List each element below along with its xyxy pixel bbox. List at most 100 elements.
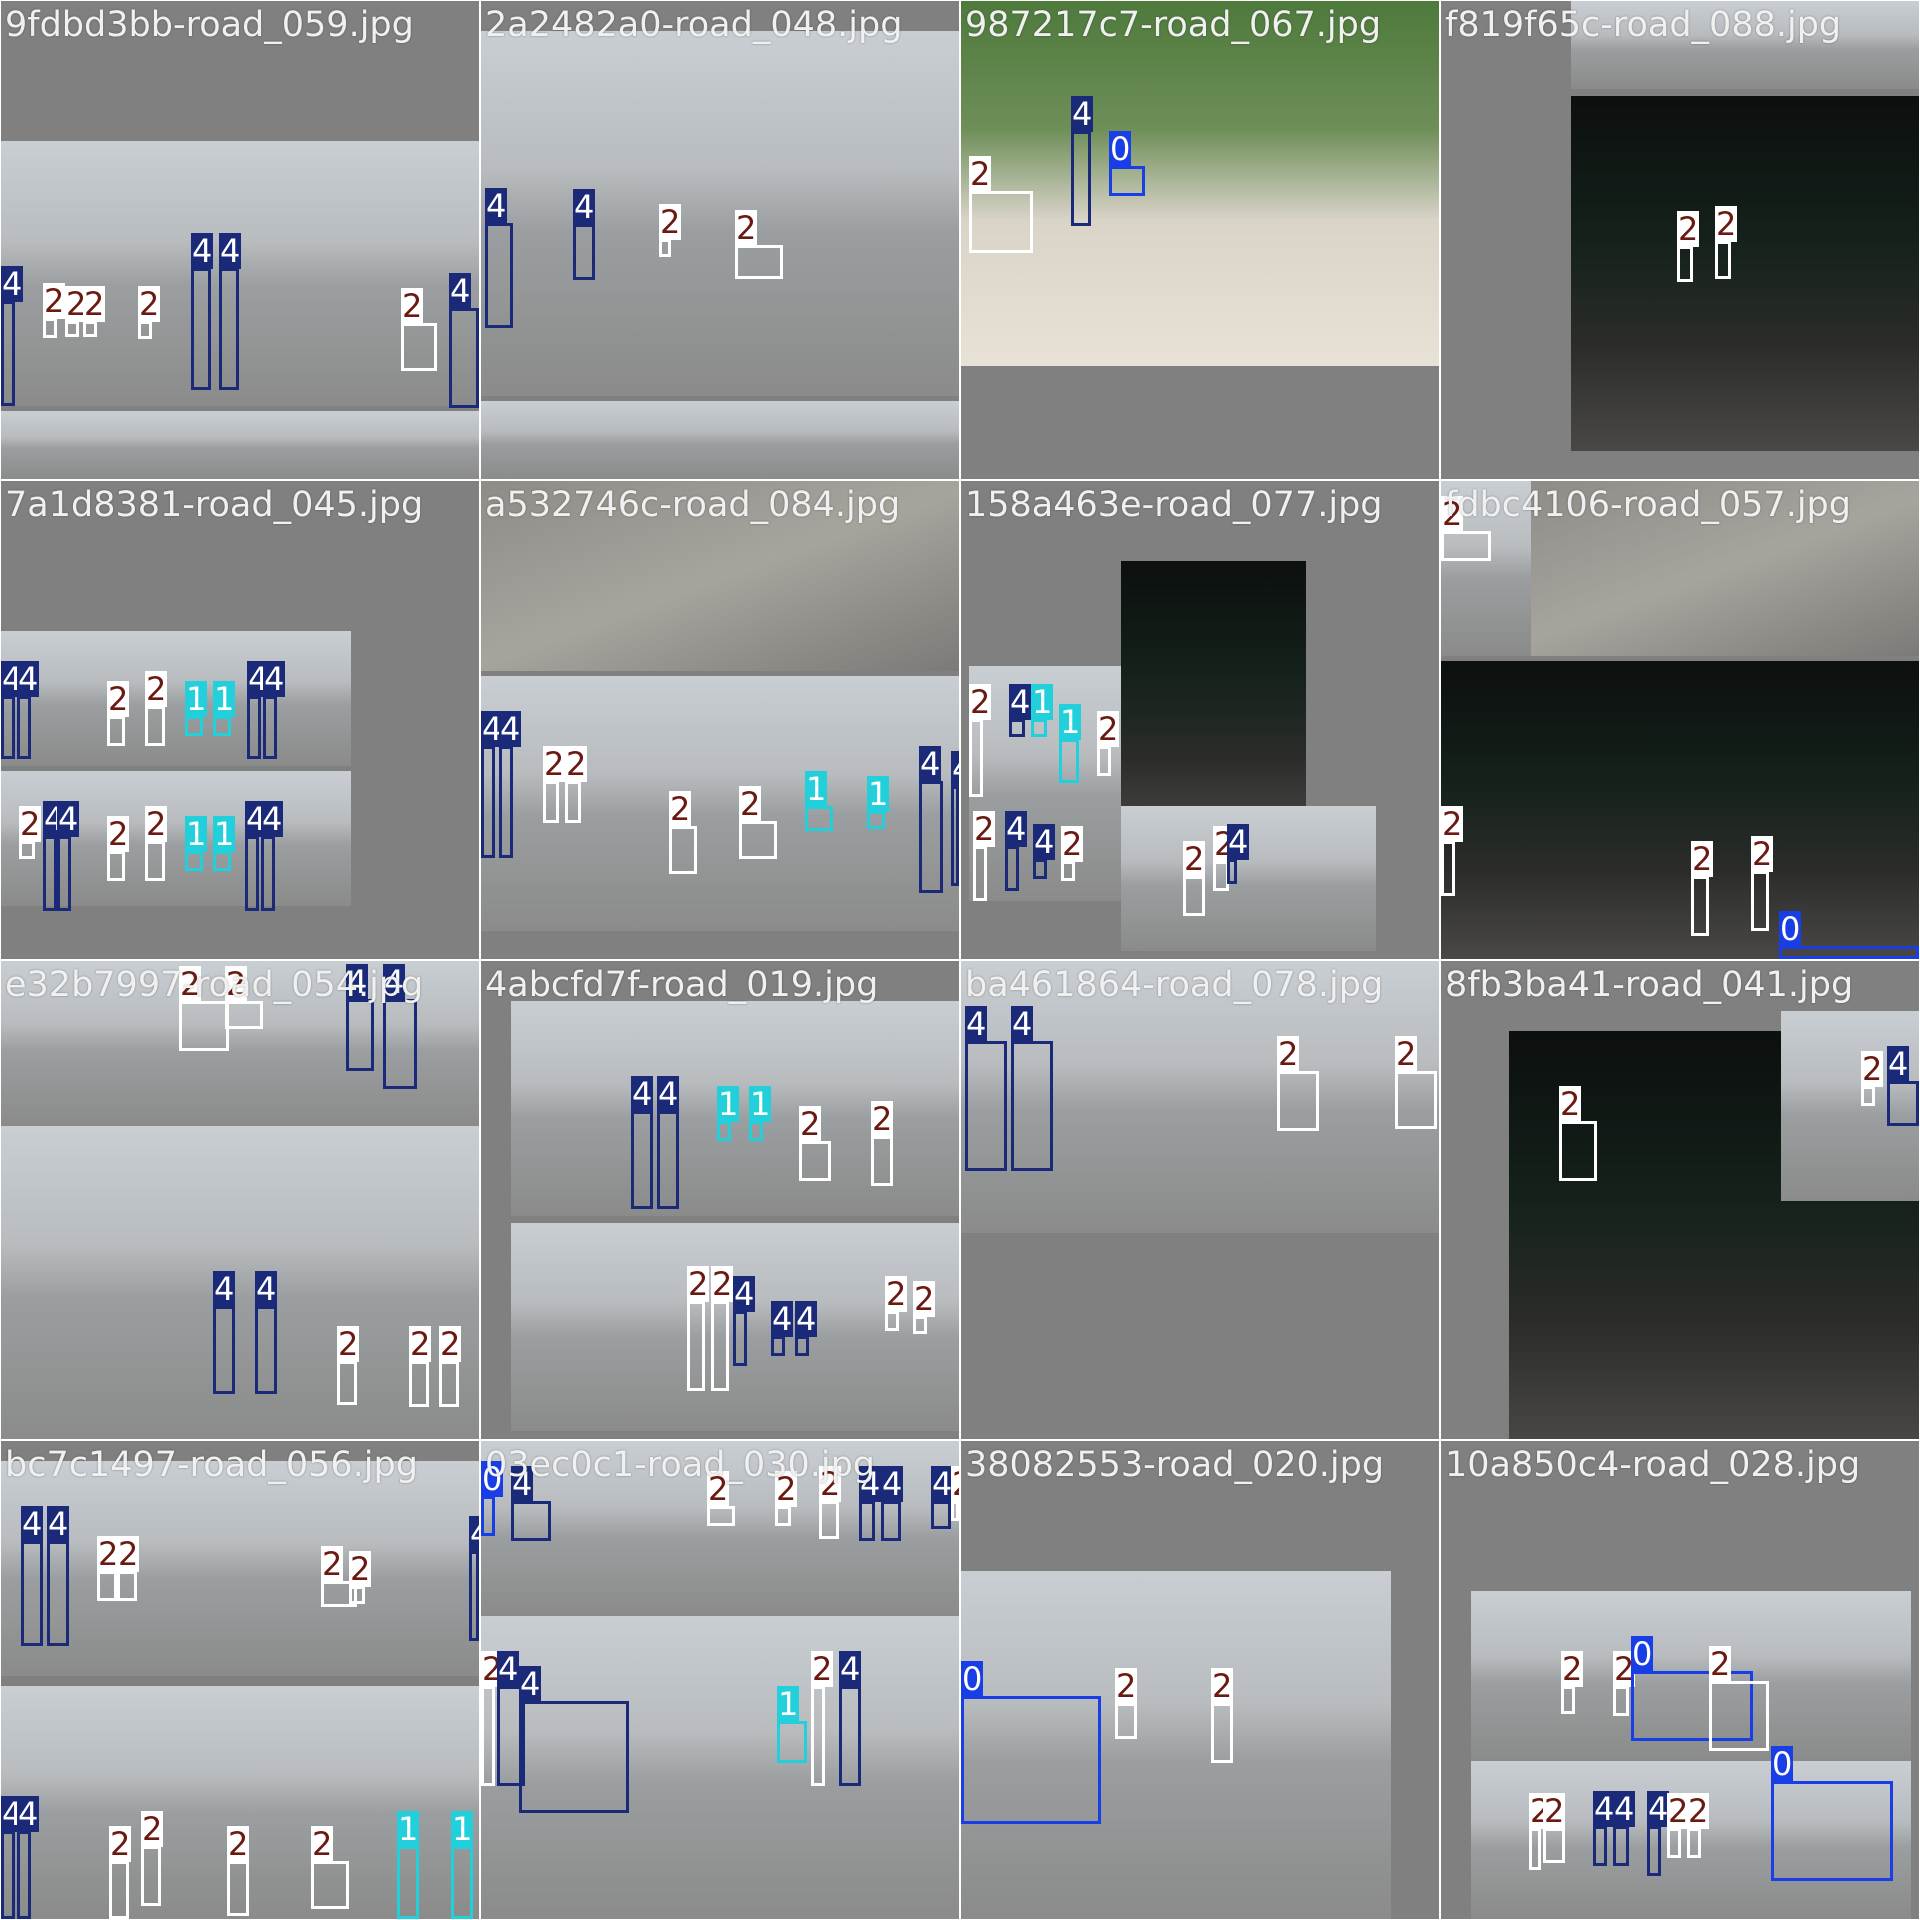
detection-box: 4 [21, 1506, 44, 1646]
tile-filename: 7a1d8381-road_045.jpg [5, 485, 424, 525]
tile-photo [481, 401, 959, 479]
detection-class-label: 0 [1779, 910, 1802, 948]
detection-class-label: 4 [469, 1516, 479, 1552]
detection-box: 2 [1751, 836, 1774, 931]
detection-class-label: 4 [1009, 683, 1032, 721]
detection-class-label: 1 [867, 775, 890, 813]
detection-class-label: 4 [771, 1300, 794, 1338]
detection-class-label: 2 [109, 1825, 132, 1863]
detection-box: 2 [109, 1826, 132, 1919]
detection-box: 2 [349, 1551, 372, 1604]
detection-box: 2 [65, 286, 88, 337]
detection-box: 4 [839, 1651, 862, 1786]
detection-box: 1 [397, 1811, 420, 1919]
detection-class-label: 2 [543, 745, 566, 783]
detection-box: 2 [1613, 1651, 1636, 1716]
detection-class-label: 2 [739, 785, 762, 823]
detection-box: 1 [1059, 704, 1082, 783]
tile-photo [1, 631, 351, 766]
detection-box: 4 [57, 801, 80, 911]
detection-class-label: 2 [1687, 1792, 1710, 1830]
detection-class-label: 2 [913, 1280, 936, 1318]
detection-box: 0 [481, 1461, 504, 1536]
detection-class-label: 4 [839, 1650, 862, 1688]
detection-box: 2 [687, 1266, 710, 1391]
detection-box: 2 [401, 288, 437, 371]
tile-filename: e32b7997-road_054.jpg [5, 965, 424, 1005]
detection-box: 4 [573, 189, 596, 280]
detection-box: 1 [749, 1086, 772, 1141]
detection-box: 2 [711, 1266, 734, 1391]
detection-box: 1 [867, 776, 890, 829]
detection-box: 2 [439, 1326, 462, 1407]
detection-box: 2 [107, 816, 130, 881]
detection-class-label: 4 [47, 1505, 70, 1543]
detection-class-label: 4 [1011, 1005, 1034, 1043]
detection-class-label: 2 [1441, 805, 1464, 843]
detection-box: 2 [97, 1536, 120, 1601]
tile-filename: 8fb3ba41-road_041.jpg [1445, 965, 1854, 1005]
tile-filename: bc7c1497-road_056.jpg [5, 1445, 418, 1485]
detection-box: 4 [1011, 1006, 1053, 1171]
detection-box: 4 [1647, 1791, 1670, 1876]
mosaic-tile: 2a2482a0-road_048.jpg 4 4 2 2 [481, 1, 959, 479]
detection-box: 2 [819, 1466, 842, 1539]
detection-class-label: 2 [565, 745, 588, 783]
detection-class-label: 2 [1097, 710, 1120, 748]
detection-box: 2 [19, 806, 42, 859]
mosaic-tile: 03ec0c1-road_030.jpg042224442244124 [481, 1441, 959, 1919]
mosaic-tile: 987217c7-road_067.jpg 2 4 0 [961, 1, 1439, 479]
detection-box: 4 [733, 1276, 756, 1366]
detection-class-label: 2 [1709, 1645, 1732, 1683]
tile-filename: 4abcfd7f-road_019.jpg [485, 965, 879, 1005]
tile-photo [1441, 661, 1919, 959]
tile-filename: 158a463e-road_077.jpg [965, 485, 1383, 525]
detection-class-label: 4 [1227, 823, 1250, 861]
detection-box: 2 [739, 786, 777, 859]
detection-class-label: 4 [965, 1005, 988, 1043]
detection-box: 4 [485, 188, 513, 328]
detection-class-label: 2 [669, 790, 692, 828]
detection-box: 2 [1061, 826, 1084, 881]
detection-box: 4 [213, 1271, 236, 1394]
detection-box: 2 [871, 1101, 894, 1186]
detection-class-label: 2 [145, 805, 168, 843]
detection-class-label: 2 [1715, 205, 1738, 243]
detection-box: 2 [227, 1826, 250, 1916]
detection-class-label: 4 [1005, 810, 1028, 848]
detection-box: 2 [1667, 1793, 1690, 1858]
detection-class-label: 4 [931, 1465, 954, 1503]
detection-class-label: 2 [1667, 1792, 1690, 1830]
detection-box: 4 [919, 746, 943, 893]
detection-box: 2 [1709, 1646, 1769, 1751]
detection-class-label: 1 [749, 1085, 772, 1123]
tile-filename: 10a850c4-road_028.jpg [1445, 1445, 1861, 1485]
detection-box: 2 [1677, 211, 1700, 282]
detection-class-label: 4 [657, 1075, 680, 1113]
detection-box: 2 [1861, 1051, 1884, 1106]
detection-class-label: 4 [485, 187, 508, 225]
detection-class-label: 4 [255, 1270, 278, 1308]
tile-filename: 987217c7-road_067.jpg [965, 5, 1382, 45]
detection-box: 4 [499, 711, 522, 858]
detection-box: 4 [191, 233, 214, 390]
detection-class-label: 4 [1, 265, 24, 303]
tile-filename: 03ec0c1-road_030.jpg [485, 1445, 876, 1485]
detection-box: 2 [1183, 841, 1206, 916]
detection-class-label: 4 [449, 272, 472, 310]
detection-box: 2 [138, 286, 161, 339]
detection-class-label: 2 [1061, 825, 1084, 863]
detection-class-label: 1 [397, 1810, 420, 1848]
detection-box: 2 [565, 746, 588, 823]
detection-box: 4 [1071, 96, 1094, 226]
tile-photo [1, 1126, 479, 1439]
detection-box: 2 [1211, 1668, 1234, 1763]
detection-class-label: 2 [1211, 1667, 1234, 1705]
detection-class-label: 4 [1033, 823, 1056, 861]
detection-box: 4 [511, 1466, 551, 1541]
tile-filename: 38082553-road_020.jpg [965, 1445, 1385, 1485]
detection-box: 4 [965, 1006, 1007, 1171]
detection-class-label: 4 [17, 1795, 40, 1833]
detection-box: 2 [141, 1811, 164, 1906]
tile-photo [481, 31, 959, 396]
